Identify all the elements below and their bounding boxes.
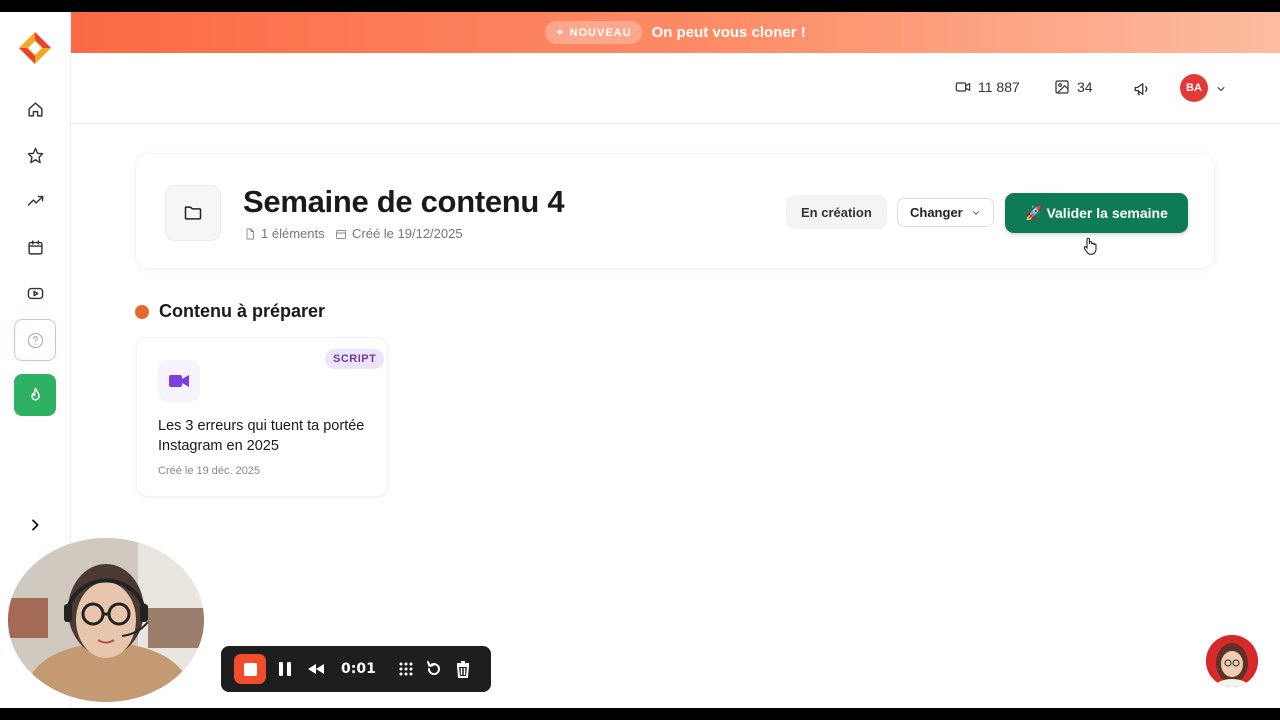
grid-button[interactable] [397, 660, 415, 678]
top-bar: 11 887 34 BA [71, 53, 1280, 124]
change-status-label: Changer [910, 205, 963, 220]
card-title: Les 3 erreurs qui tuent ta portée Instag… [158, 418, 365, 454]
stop-recording-button[interactable] [234, 654, 266, 684]
star-icon [27, 147, 43, 163]
stop-icon [243, 662, 257, 676]
video-credits-count: 11 887 [978, 79, 1020, 95]
file-icon [246, 228, 254, 239]
sidebar-item-youtube[interactable] [14, 272, 56, 314]
recorder-controls: 0:01 [221, 646, 491, 692]
announcements-button[interactable] [1133, 80, 1151, 98]
rewind-button[interactable] [307, 660, 325, 678]
user-menu-toggle[interactable] [1215, 82, 1227, 94]
section-header: Contenu à préparer [135, 301, 325, 322]
elements-count: 1 éléments [244, 226, 325, 241]
grid-icon [399, 662, 413, 676]
user-avatar[interactable]: BA [1180, 74, 1208, 102]
webcam-person-image [8, 538, 204, 702]
restart-button[interactable] [425, 660, 443, 678]
status-dot [135, 304, 149, 319]
app-window: ✦ NOUVEAU On peut vous cloner ! 11 887 3… [0, 12, 1280, 708]
help-icon [27, 332, 43, 348]
elements-count-text: 1 éléments [261, 226, 325, 241]
week-header-card: Semaine de contenu 4 1 éléments Créé le … [135, 153, 1215, 269]
video-camera-icon [169, 375, 189, 387]
sidebar-item-home[interactable] [14, 88, 56, 130]
app-logo[interactable] [17, 30, 53, 66]
change-status-button[interactable]: Changer [897, 198, 994, 227]
chevron-down-icon [972, 210, 979, 215]
folder-icon [184, 206, 202, 220]
status-badge: En création [786, 195, 887, 229]
trash-icon [456, 661, 470, 678]
pause-icon [279, 662, 291, 676]
pause-button[interactable] [276, 660, 294, 678]
home-icon [27, 101, 43, 117]
recording-timer: 0:01 [341, 661, 376, 677]
card-date: Créé le 19 déc. 2025 [158, 465, 261, 477]
delete-button[interactable] [454, 660, 472, 678]
sidebar-item-fire[interactable] [14, 374, 56, 416]
created-date: Créé le 19/12/2025 [335, 226, 463, 241]
restart-icon [427, 661, 440, 676]
banner-text[interactable]: On peut vous cloner ! [652, 24, 806, 41]
sidebar-item-help[interactable] [14, 319, 56, 361]
page-title: Semaine de contenu 4 [243, 184, 565, 219]
megaphone-icon [1134, 83, 1148, 96]
webcam-preview [8, 538, 204, 702]
new-badge: ✦ NOUVEAU [545, 21, 642, 44]
sidebar-item-calendar[interactable] [14, 226, 56, 268]
announcement-banner[interactable]: ✦ NOUVEAU On peut vous cloner ! [71, 12, 1280, 53]
chevron-right-icon [32, 519, 39, 531]
rewind-icon [308, 664, 324, 674]
youtube-icon [27, 287, 43, 299]
chevron-down-icon [1217, 87, 1225, 91]
sidebar-item-trends[interactable] [14, 180, 56, 222]
section-title: Contenu à préparer [159, 301, 326, 321]
validate-week-button[interactable]: 🚀 Valider la semaine [1005, 193, 1188, 233]
support-chat-button[interactable] [1206, 635, 1258, 687]
created-date-text: Créé le 19/12/2025 [352, 226, 463, 241]
trending-icon [27, 195, 43, 206]
content-type-badge: SCRIPT [325, 349, 385, 369]
folder-icon-box [165, 185, 221, 241]
calendar-icon [27, 239, 43, 255]
sidebar-item-favorites[interactable] [14, 134, 56, 176]
fire-icon [30, 387, 40, 400]
expand-sidebar-button[interactable] [24, 514, 46, 536]
image-credits[interactable]: 34 [1054, 79, 1093, 95]
video-credits[interactable]: 11 887 [955, 79, 1020, 95]
hand-cursor-icon [1083, 237, 1097, 255]
support-agent-image [1206, 635, 1258, 687]
image-credits-count: 34 [1077, 79, 1093, 95]
content-card[interactable]: SCRIPT Les 3 erreurs qui tuent ta portée… [136, 337, 388, 497]
image-icon [1055, 80, 1069, 94]
video-camera-icon [955, 82, 971, 92]
video-icon-box [158, 360, 200, 402]
calendar-icon [336, 229, 346, 239]
